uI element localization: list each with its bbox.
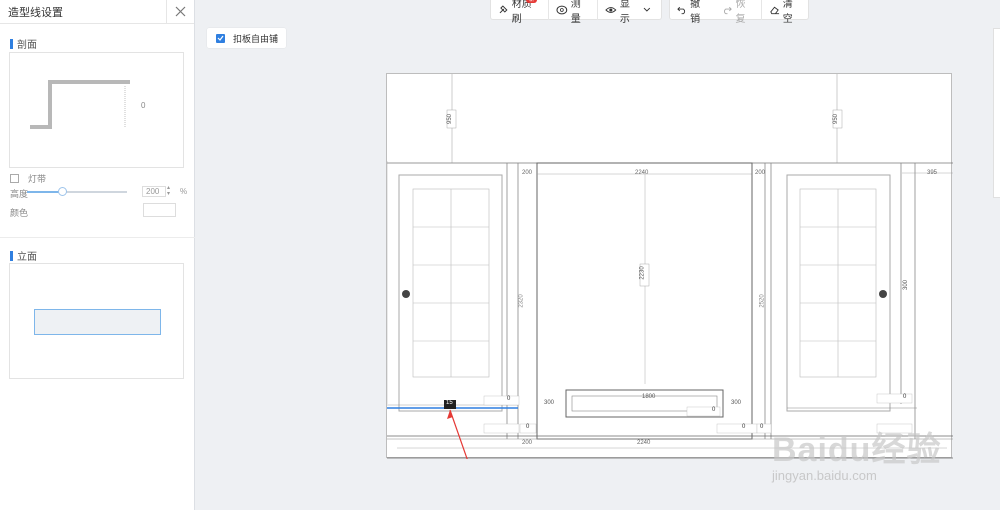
measure-button[interactable]: 测量 <box>549 0 597 25</box>
chevron-down-icon <box>643 7 651 12</box>
baidu-watermark: Baidu经验 jingyan.baidu.com <box>772 432 962 483</box>
right-door[interactable] <box>786 174 891 412</box>
dim-label: 300 <box>731 400 742 406</box>
dim-label: 300 <box>903 279 910 291</box>
material-brush-button[interactable]: 材质刷 新 <box>491 0 548 25</box>
clear-label: 清空 <box>782 0 793 25</box>
clear-button[interactable]: 清空 <box>762 0 808 25</box>
display-label: 显示 <box>619 0 630 25</box>
zero-tag[interactable]: 0 <box>760 424 763 430</box>
profile-settings-panel: 造型线设置 剖面 0 灯带 高度 200 ▴ ▾ % 颜色 立面 <box>0 0 195 510</box>
dim-label: 950 <box>833 113 840 125</box>
height-input[interactable]: 200 <box>142 186 166 197</box>
elevation-shape[interactable] <box>34 309 161 335</box>
dim-label: 395 <box>927 170 938 176</box>
height-unit: % <box>180 187 188 196</box>
left-door-handle <box>402 290 410 298</box>
dim-label: 2520 <box>759 294 766 308</box>
undo-label: 撤销 <box>690 0 701 25</box>
history-toolbar: 撤销 恢复 清空 <box>669 0 809 25</box>
measure-icon <box>556 5 568 15</box>
dim-label: 2320 <box>518 294 525 308</box>
height-row: 高度 <box>10 187 28 200</box>
redo-label: 恢复 <box>735 0 746 25</box>
zero-tag[interactable]: 0 <box>742 424 745 430</box>
height-slider-knob[interactable] <box>58 187 67 196</box>
section-profile-label: 剖面 <box>17 40 37 51</box>
zero-tag[interactable]: 0 <box>903 394 906 400</box>
selected-label: 15 <box>446 400 453 406</box>
annotation-arrow <box>449 409 468 459</box>
dim-label: 200 <box>522 440 533 446</box>
panel-title: 造型线设置 <box>8 6 63 19</box>
display-dropdown[interactable]: 显示 <box>598 0 661 25</box>
dim-label: 200 <box>522 170 533 176</box>
redo-button[interactable]: 恢复 <box>715 0 760 25</box>
close-button[interactable] <box>166 0 194 24</box>
zero-tag[interactable]: 0 <box>526 424 529 430</box>
right-collapse-handle[interactable] <box>993 28 1000 198</box>
eraser-icon <box>769 6 779 14</box>
free-pave-label: 扣板自由铺 <box>233 33 279 44</box>
undo-icon <box>677 6 686 14</box>
dim-label: 2240 <box>637 440 651 446</box>
dim-label: 200 <box>755 170 766 176</box>
main-toolbar: 材质刷 新 测量 显示 <box>490 0 662 25</box>
section-profile: 剖面 <box>0 24 194 51</box>
watermark-brand: Baidu经验 <box>772 431 942 469</box>
zero-tag[interactable]: 0 <box>712 407 715 413</box>
watermark-url: jingyan.baidu.com <box>772 468 877 483</box>
material-brush-label: 材质刷 <box>511 0 532 25</box>
redo-icon <box>724 6 733 14</box>
color-picker[interactable] <box>143 203 176 217</box>
left-door[interactable] <box>398 174 503 412</box>
close-icon <box>175 6 186 17</box>
section-elevation: 立面 <box>0 236 37 263</box>
height-label: 高度 <box>10 189 29 199</box>
elevation-canvas[interactable]: 950 950 200 2240 200 395 2230 2320 2520 … <box>386 73 953 459</box>
lightstrip-checkbox[interactable] <box>10 174 19 183</box>
free-pave-checkbox[interactable] <box>216 33 225 43</box>
profile-dimension: 0 <box>141 101 146 110</box>
color-label: 颜色 <box>10 208 29 218</box>
lightstrip-row: 灯带 <box>10 172 46 185</box>
new-badge: 新 <box>526 0 538 3</box>
dim-label: 2230 <box>639 266 646 280</box>
right-door-handle <box>879 290 887 298</box>
undo-button[interactable]: 撤销 <box>670 0 715 25</box>
section-elevation-label: 立面 <box>17 252 37 263</box>
lightstrip-label: 灯带 <box>28 174 47 184</box>
check-icon <box>217 35 224 41</box>
panel-header: 造型线设置 <box>0 0 194 24</box>
eye-icon <box>605 6 617 13</box>
height-stepper-icon[interactable]: ▴ ▾ <box>167 185 170 197</box>
dim-label: 950 <box>447 113 454 125</box>
dim-label: 2240 <box>635 170 649 176</box>
free-pave-option[interactable]: 扣板自由铺 <box>207 28 287 48</box>
dim-label: 1800 <box>642 394 656 400</box>
measure-label: 测量 <box>570 0 581 25</box>
color-row: 颜色 <box>10 206 28 219</box>
profile-preview: 0 <box>9 52 184 168</box>
zero-tag[interactable]: 0 <box>507 396 510 402</box>
brush-icon <box>499 5 508 14</box>
dim-label: 300 <box>544 400 555 406</box>
elevation-preview <box>9 263 184 379</box>
